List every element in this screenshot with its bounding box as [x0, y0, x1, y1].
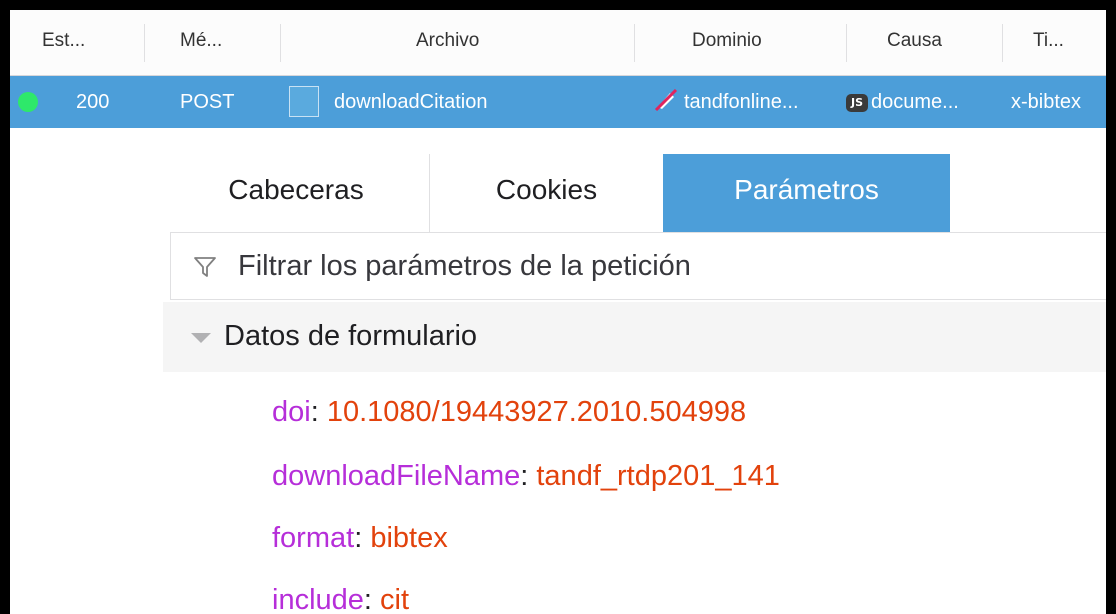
request-domain-cell: tandfonline...: [654, 76, 799, 128]
param-row[interactable]: downloadFileName: tandf_rtdp201_141: [272, 456, 780, 496]
column-status[interactable]: Est...: [42, 10, 85, 75]
request-row-selected[interactable]: 200 POST downloadCitation tandfonline...…: [10, 76, 1106, 128]
tab-headers[interactable]: Cabeceras: [163, 154, 430, 232]
request-domain: tandfonline...: [684, 91, 799, 113]
param-value: cit: [380, 584, 410, 614]
js-icon: JS: [846, 93, 868, 112]
column-cause[interactable]: Causa: [887, 10, 942, 75]
request-file: downloadCitation: [334, 91, 488, 113]
request-status: 200: [76, 91, 110, 113]
detail-tabs: Cabeceras Cookies Parámetros: [163, 154, 965, 232]
form-data-section-title: Datos de formulario: [224, 320, 478, 352]
insecure-lock-icon: [654, 88, 678, 112]
request-type: x-bibtex: [1011, 91, 1082, 113]
form-data-section-header[interactable]: Datos de formulario: [163, 302, 1106, 372]
collapse-triangle-icon[interactable]: [191, 333, 211, 343]
column-divider[interactable]: [144, 24, 145, 62]
status-indicator-icon: [18, 92, 38, 112]
network-panel-frame: Est... Mé... Archivo Dominio Causa Ti...…: [0, 0, 1116, 614]
request-cause: docume...: [871, 91, 959, 113]
param-row[interactable]: doi: 10.1080/19443927.2010.504998: [272, 392, 746, 432]
column-divider[interactable]: [1002, 24, 1003, 62]
param-key: include: [272, 584, 364, 614]
column-type[interactable]: Ti...: [1033, 10, 1064, 75]
param-key: downloadFileName: [272, 460, 521, 492]
param-row[interactable]: format: bibtex: [272, 518, 448, 558]
request-list-header: Est... Mé... Archivo Dominio Causa Ti...: [10, 10, 1106, 76]
params-filter-input[interactable]: Filtrar los parámetros de la petición: [170, 232, 1106, 300]
column-divider[interactable]: [634, 24, 635, 62]
param-value: 10.1080/19443927.2010.504998: [326, 396, 747, 428]
filter-placeholder: Filtrar los parámetros de la petición: [238, 250, 691, 282]
request-cause-cell: JS docume...: [846, 76, 959, 128]
column-divider[interactable]: [846, 24, 847, 62]
param-value: tandf_rtdp201_141: [536, 460, 780, 492]
param-key: doi: [272, 396, 311, 428]
tab-cookies[interactable]: Cookies: [430, 154, 663, 232]
param-value: bibtex: [370, 522, 448, 554]
column-method[interactable]: Mé...: [180, 10, 222, 75]
request-method: POST: [180, 91, 235, 113]
column-domain[interactable]: Dominio: [692, 10, 762, 75]
filter-icon: [194, 257, 216, 277]
param-key: format: [272, 522, 355, 554]
column-divider[interactable]: [280, 24, 281, 62]
tab-params[interactable]: Parámetros: [663, 154, 950, 232]
param-row[interactable]: include: cit: [272, 580, 409, 614]
column-file[interactable]: Archivo: [416, 10, 479, 75]
file-thumbnail-icon: [289, 86, 319, 117]
